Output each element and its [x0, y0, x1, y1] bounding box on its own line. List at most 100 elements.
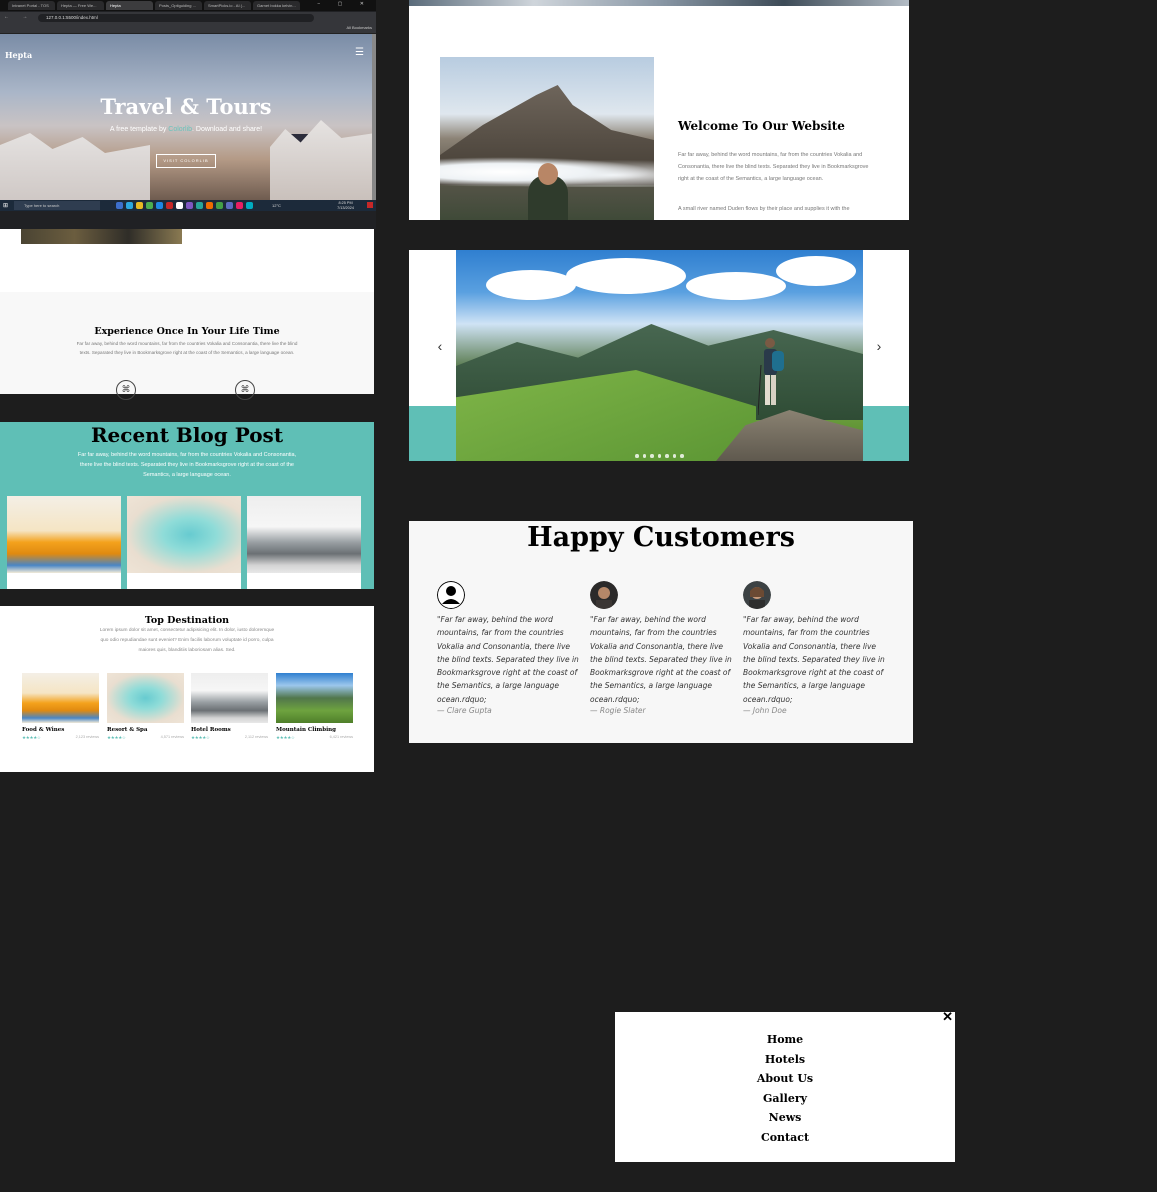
- browser-tab-active[interactable]: Hepta: [106, 1, 153, 10]
- testimonial-author: — John Doe: [743, 706, 787, 716]
- app-icon[interactable]: [156, 202, 163, 209]
- close-icon[interactable]: ✕: [942, 1009, 953, 1025]
- address-bar[interactable]: 127.0.0.1:5500/index.html: [38, 14, 314, 22]
- all-bookmarks[interactable]: All Bookmarks: [346, 25, 372, 30]
- blog-image-sofa: [247, 496, 361, 573]
- destination-card[interactable]: Mountain Climbing ★★★★☆ 6,421 reviews: [276, 673, 353, 741]
- app-icon[interactable]: [206, 202, 213, 209]
- browser-tab[interactable]: SmartPicks.io - AI (...: [204, 1, 251, 10]
- welcome-image-mountain: [440, 57, 654, 220]
- browser-tab[interactable]: Intranet Portal - TOS: [8, 1, 55, 10]
- destination-card[interactable]: Food & Wines ★★★★☆ 2,123 reviews: [22, 673, 99, 741]
- nav-item-about-us[interactable]: About Us: [615, 1072, 955, 1092]
- app-icon[interactable]: [136, 202, 143, 209]
- clock: 8:25 PM 7/13/2024: [337, 201, 354, 210]
- carousel-dot[interactable]: [672, 454, 676, 458]
- nav-item-news[interactable]: News: [615, 1111, 955, 1131]
- app-icon[interactable]: [236, 202, 243, 209]
- destination-card[interactable]: Hotel Rooms ★★★★☆ 2,112 reviews: [191, 673, 268, 741]
- chevron-right-icon[interactable]: ›: [877, 338, 882, 354]
- destination-card[interactable]: Resort & Spa ★★★★☆ 4,571 reviews: [107, 673, 184, 741]
- carousel-dot[interactable]: [635, 454, 639, 458]
- recent-blog-section: Recent Blog Post Far far away, behind th…: [0, 422, 374, 589]
- site-logo[interactable]: Hepta: [5, 50, 32, 60]
- visit-colorlib-button[interactable]: VISIT COLORLIB: [156, 154, 216, 168]
- nav-item-gallery[interactable]: Gallery: [615, 1092, 955, 1112]
- hamburger-menu-icon[interactable]: ☰: [355, 47, 364, 58]
- avatar: [437, 581, 465, 609]
- section-fragment: [0, 229, 374, 292]
- star-rating: ★★★★☆: [276, 735, 295, 740]
- welcome-text: Far far away, behind the word mountains,…: [678, 152, 869, 182]
- avatar: [590, 581, 618, 609]
- star-rating: ★★★★☆: [191, 735, 210, 740]
- app-icon[interactable]: [166, 202, 173, 209]
- hero-title: Travel & Tours: [100, 94, 272, 119]
- app-icon[interactable]: [126, 202, 133, 209]
- blog-card[interactable]: [127, 496, 241, 589]
- hiker-figure: [758, 338, 784, 416]
- destination-image: [276, 673, 353, 723]
- taskbar-apps: [116, 202, 253, 209]
- app-icon[interactable]: [176, 202, 183, 209]
- carousel-dot[interactable]: [650, 454, 654, 458]
- image-fragment: [21, 229, 182, 244]
- browser-tab[interactable]: Posts_Optiguiding ...: [155, 1, 202, 10]
- nav-item-hotels[interactable]: Hotels: [615, 1053, 955, 1073]
- destination-title: Food & Wines: [22, 727, 65, 733]
- taskbar-search[interactable]: Type here to search: [14, 201, 100, 210]
- blog-heading: Recent Blog Post: [90, 423, 284, 447]
- blog-card[interactable]: [247, 496, 361, 589]
- testimonial-author: — Clare Gupta: [437, 706, 492, 716]
- nav-item-contact[interactable]: Contact: [615, 1131, 955, 1151]
- carousel-dots: [635, 454, 684, 458]
- destination-title: Hotel Rooms: [191, 727, 231, 733]
- carousel-dot[interactable]: [642, 454, 646, 458]
- app-icon[interactable]: [146, 202, 153, 209]
- carousel-slide-hiker: [456, 250, 863, 461]
- app-icon[interactable]: [116, 202, 123, 209]
- destination-heading: Top Destination: [144, 615, 230, 626]
- app-icon[interactable]: [196, 202, 203, 209]
- carousel-dot[interactable]: [665, 454, 669, 458]
- destination-title: Mountain Climbing: [276, 727, 337, 733]
- destination-title: Resort & Spa: [107, 727, 148, 733]
- colorlib-link[interactable]: Colorlib: [168, 126, 192, 133]
- destination-text: Lorem ipsum dolor sit amet, consectetur …: [99, 628, 275, 653]
- notification-icon[interactable]: [367, 202, 373, 208]
- app-icon[interactable]: [226, 202, 233, 209]
- browser-tab[interactable]: Hepta — Free We...: [57, 1, 104, 10]
- app-icon[interactable]: [246, 202, 253, 209]
- review-count: 4,571 reviews: [160, 735, 184, 739]
- browser-tab[interactable]: Garnet bokka kelvin...: [253, 1, 300, 10]
- image-strip: [409, 0, 909, 6]
- experience-heading: Experience Once In Your Life Time: [94, 326, 280, 337]
- blog-text: Far far away, behind the word mountains,…: [77, 452, 297, 478]
- windows-start-icon[interactable]: ⊞: [3, 202, 8, 209]
- app-icon[interactable]: [186, 202, 193, 209]
- experience-text: Far far away, behind the word mountains,…: [76, 341, 298, 355]
- nav-item-home[interactable]: Home: [615, 1033, 955, 1053]
- testimonial-quote: "Far far away, behind the word mountains…: [743, 615, 885, 704]
- passport-icon: ⌘: [235, 380, 255, 400]
- carousel-prev-button[interactable]: ‹: [433, 338, 447, 354]
- app-icon[interactable]: [216, 202, 223, 209]
- carousel-dot[interactable]: [680, 454, 684, 458]
- chevron-left-icon[interactable]: ‹: [438, 338, 443, 354]
- review-count: 2,112 reviews: [244, 735, 268, 739]
- testimonial-author: — Rogie Slater: [590, 706, 646, 716]
- blog-card[interactable]: [7, 496, 121, 589]
- carousel-dot[interactable]: [657, 454, 661, 458]
- destination-image: [107, 673, 184, 723]
- carousel-next-button[interactable]: ›: [872, 338, 886, 354]
- blog-image-drinks: [7, 496, 121, 573]
- review-count: 2,123 reviews: [75, 735, 99, 739]
- hero-subtitle: A free template by Colorlib. Download an…: [109, 126, 263, 133]
- window-controls[interactable]: − ▢ ✕: [317, 1, 372, 7]
- destination-image: [22, 673, 99, 723]
- passport-icon: ⌘: [116, 380, 136, 400]
- avatar: [743, 581, 771, 609]
- testimonial: "Far far away, behind the word mountains…: [743, 581, 886, 715]
- scrollbar[interactable]: [372, 34, 376, 201]
- welcome-section: Welcome To Our Website Far far away, beh…: [409, 0, 909, 220]
